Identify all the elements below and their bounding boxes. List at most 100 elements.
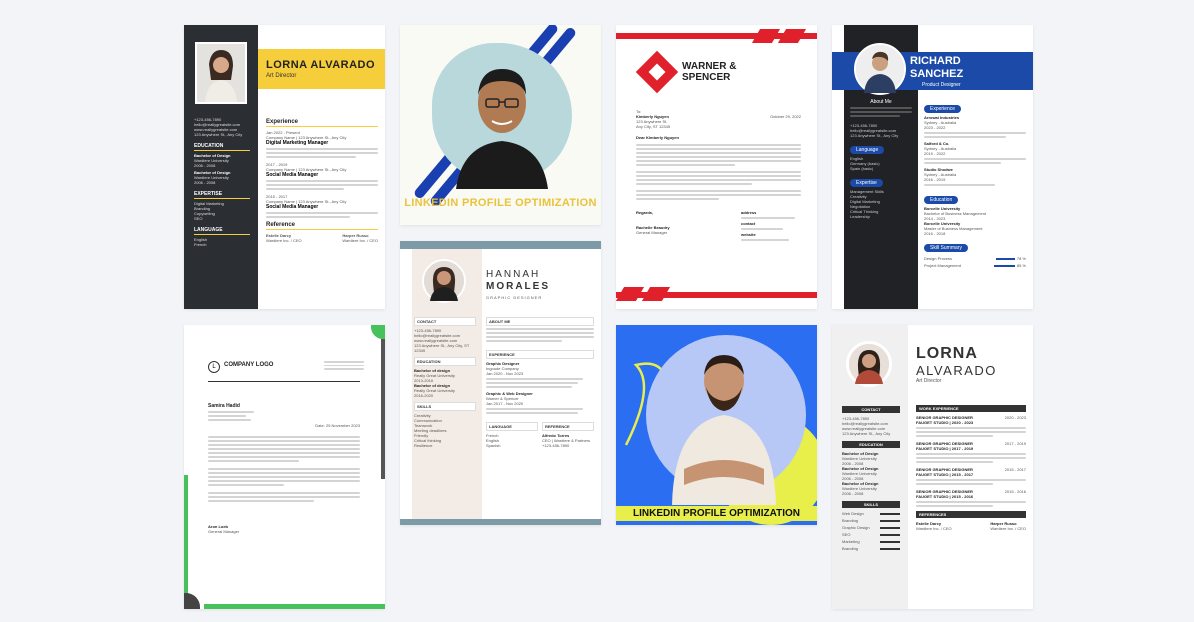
expertise-pill: Expertise bbox=[850, 179, 883, 187]
skill-row: Graphic Design bbox=[842, 525, 900, 530]
work-experience-heading: WORK EXPERIENCE bbox=[916, 405, 1026, 412]
resume-template-card-richard[interactable]: RICHARD SANCHEZ Product Designer About M… bbox=[832, 25, 1033, 309]
job-title: Social Media Manager bbox=[266, 172, 319, 178]
resume-name: LORNA ALVARADO bbox=[266, 59, 376, 71]
contact-address: 123 Anywhere St., Any City bbox=[850, 133, 899, 138]
resume-last-name: ALVARADO bbox=[916, 363, 997, 378]
expertise-item: SEO bbox=[194, 216, 203, 221]
profile-photo bbox=[456, 69, 548, 189]
letter-date: October 29, 2022 bbox=[770, 114, 801, 119]
job-years: 2015 - 2016 bbox=[1004, 489, 1026, 494]
cover-letter-card-warner-spencer[interactable]: WARNER & SPENCER To: Kimberly Nguyen Oct… bbox=[616, 25, 817, 309]
language-heading: LANGUAGE bbox=[486, 422, 538, 431]
company-logo-text: COMPANY LOGO bbox=[224, 362, 274, 368]
education-years: 2006 - 2008 bbox=[194, 163, 216, 168]
skills-heading: SKILLS bbox=[414, 402, 476, 411]
language-item: Spanish bbox=[486, 443, 501, 448]
language-heading: LANGUAGE bbox=[194, 227, 250, 235]
linkedin-optimization-card[interactable]: LINKEDIN PROFILE OPTIMIZATION bbox=[616, 325, 817, 525]
reference-phone: +123-456-7890 bbox=[542, 443, 570, 448]
linkedin-optimization-card[interactable]: LINKEDIN PROFILE OPTIMIZATION bbox=[400, 25, 601, 225]
contact-address: 123 Anywhere St., Any City bbox=[194, 132, 243, 137]
resume-template-card-lorna-yellow[interactable]: LORNA ALVARADO Art Director +123-456-789… bbox=[184, 25, 385, 309]
resume-template-card-hannah[interactable]: HANNAH MORALES GRAPHIC DESIGNER CONTACT … bbox=[400, 241, 601, 525]
skill-level-bar bbox=[996, 257, 1015, 260]
contact-address: 123 Anywhere St., Any City, ST 12345 bbox=[414, 343, 470, 353]
address-icon: address bbox=[741, 210, 757, 215]
resume-role: Art Director bbox=[916, 378, 942, 384]
reference-heading: Reference bbox=[266, 222, 378, 230]
job-years: Jan 2017 - Nov 2020 bbox=[486, 401, 524, 406]
about-heading: ABOUT ME bbox=[486, 317, 594, 326]
skill-row: Project Management 85 % bbox=[924, 263, 1026, 268]
salutation: Dear Kimberly Nguyen bbox=[636, 135, 679, 140]
expertise-item: Leadership bbox=[850, 214, 870, 219]
language-item: French bbox=[194, 242, 207, 247]
job-company: FAUGET STUDIO | 2020 - 2023 bbox=[916, 420, 974, 425]
skill-level-bar bbox=[994, 264, 1015, 267]
profile-photo bbox=[422, 259, 466, 303]
expertise-heading: EXPERTISE bbox=[194, 191, 250, 199]
job-company: FAUGET STUDIO | 2015 - 2017 bbox=[916, 472, 974, 477]
sidebar-content: About Me +123-456-7890 hello@reallygreat… bbox=[850, 99, 912, 219]
card-caption: LINKEDIN PROFILE OPTIMIZATION bbox=[404, 197, 597, 209]
closing: Regards, bbox=[636, 210, 654, 215]
education-heading: EDUCATION bbox=[414, 357, 476, 366]
job-years: 2023 - 2022 bbox=[924, 125, 946, 130]
job-years: 2015 - 2017 bbox=[1004, 467, 1026, 472]
skill-row: Branding bbox=[842, 546, 900, 551]
resume-name: HANNAH MORALES bbox=[486, 269, 550, 292]
main-content: ABOUT ME EXPERIENCE Graphic Designer Ing… bbox=[486, 313, 594, 448]
recipient-address: Any City, ST 12345 bbox=[636, 124, 671, 129]
language-item: Spain (basic) bbox=[850, 166, 874, 171]
job-years: 2019 - 2022 bbox=[924, 151, 946, 156]
job-years: 2020 - 2023 bbox=[1004, 415, 1026, 420]
letter-body: To: Kimberly Nguyen October 29, 2022 123… bbox=[636, 109, 801, 243]
job-company: FAUGET STUDIO | 2015 - 2016 bbox=[916, 494, 974, 499]
education-heading: EDUCATION bbox=[842, 441, 900, 448]
main-content: Experience Jan 2022 - Present Company Na… bbox=[266, 115, 378, 243]
cover-letter-card-company-logo[interactable]: L COMPANY LOGO Samira Hadid Date: 25 Nov… bbox=[184, 325, 385, 609]
skills-pill: Skill Summary bbox=[924, 244, 968, 252]
education-pill: Education bbox=[924, 196, 959, 204]
letter-body: Samira Hadid Date: 25 November 2023 Aron… bbox=[208, 403, 360, 534]
skill-item: Resilience bbox=[414, 443, 433, 448]
company-brand: WARNER & SPENCER bbox=[682, 61, 737, 83]
resume-name: RICHARD SANCHEZ bbox=[910, 55, 964, 80]
sidebar-content: CONTACT +123-456-7890 hello@reallygreats… bbox=[414, 313, 476, 448]
resume-role: Product Designer bbox=[922, 82, 961, 88]
sidebar-content: +123-456-7890 hello@reallygreatsite.com … bbox=[194, 117, 250, 247]
job-title: Digital Marketing Manager bbox=[266, 140, 329, 146]
template-gallery: LORNA ALVARADO Art Director +123-456-789… bbox=[0, 0, 1194, 622]
resume-role: GRAPHIC DESIGNER bbox=[486, 295, 543, 300]
company-logo-icon: L bbox=[208, 361, 220, 373]
reference-org: Wardiere Inc. / CEO bbox=[916, 526, 952, 531]
education-years: 2006 - 2008 bbox=[842, 491, 864, 496]
profile-photo bbox=[195, 42, 247, 104]
sidebar-content: CONTACT +123-456-7890 hello@reallygreats… bbox=[842, 401, 900, 553]
job-years: 2016 - 2019 bbox=[924, 177, 946, 182]
resume-role: Art Director bbox=[266, 73, 297, 79]
profile-photo bbox=[672, 355, 776, 505]
education-years: 2016-2020 bbox=[414, 393, 434, 398]
language-pill: Language bbox=[850, 146, 885, 154]
reference-heading: REFERENCE bbox=[542, 422, 594, 431]
letter-date: Date: 25 November 2023 bbox=[315, 423, 360, 428]
header-divider bbox=[208, 381, 360, 382]
education-years: 2006 - 2008 bbox=[194, 180, 216, 185]
job-title: Social Media Manager bbox=[266, 204, 319, 210]
phone-icon: contact bbox=[741, 221, 756, 226]
signer-title: General Manager bbox=[208, 529, 240, 534]
contact-heading: CONTACT bbox=[414, 317, 476, 326]
contact-address: 123 Anywhere St., Any City bbox=[842, 431, 891, 436]
reference-org: Wardiere Inc. / CEO bbox=[342, 238, 378, 243]
main-content: WORK EXPERIENCE SENIOR GRAPHIC DESIGNER 2… bbox=[916, 401, 1026, 531]
name-banner: LORNA ALVARADO Art Director bbox=[258, 49, 385, 89]
job-years: 2017 - 2019 bbox=[1004, 441, 1026, 446]
resume-first-name: LORNA bbox=[916, 345, 978, 362]
resume-template-card-lorna-grey[interactable]: LORNA ALVARADO Art Director CONTACT +123… bbox=[832, 325, 1033, 609]
profile-photo bbox=[854, 43, 906, 95]
profile-photo bbox=[846, 341, 892, 387]
skill-row: Design Process 78 % bbox=[924, 256, 1026, 261]
signer-title: General Manager bbox=[636, 230, 668, 235]
